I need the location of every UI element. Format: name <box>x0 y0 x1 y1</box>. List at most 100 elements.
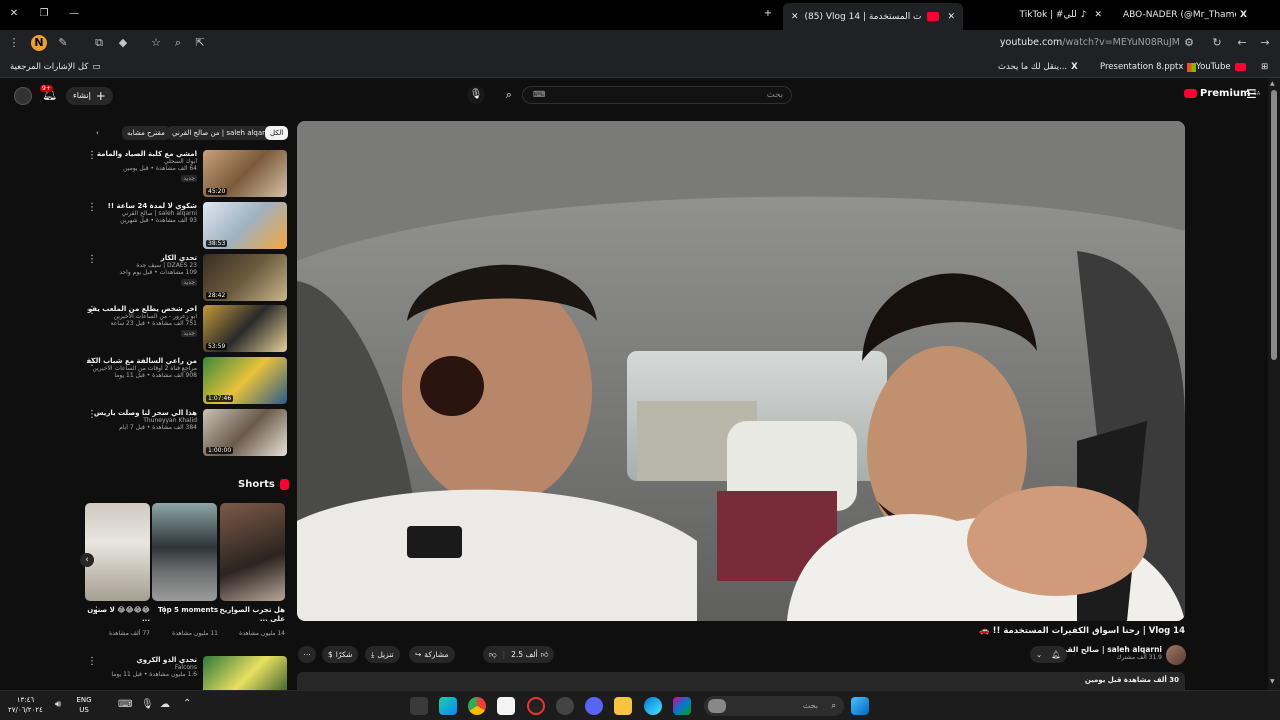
new-tab-icon[interactable]: + <box>760 6 776 22</box>
thanks-button[interactable]: $ شكرًا <box>322 646 359 663</box>
puzzle-icon[interactable]: ⧉ <box>91 35 107 51</box>
short-thumbnail[interactable] <box>152 503 217 601</box>
speaker-icon[interactable]: 🔊︎ <box>55 699 61 710</box>
more-options-icon[interactable]: ⋮ <box>87 657 97 667</box>
bookmark-star-icon[interactable]: ☆ <box>148 35 164 51</box>
channel-avatar[interactable] <box>1166 645 1186 665</box>
short-thumbnail[interactable] <box>85 503 150 601</box>
recommendation-item[interactable]: 38:53 شكوي لا لمدة 24 ساعة !! saleh alqarn… <box>85 202 287 252</box>
scrollbar-thumb[interactable] <box>1271 90 1277 360</box>
taskbar-search[interactable]: بحث ⌕ <box>704 696 844 716</box>
bookmark-all[interactable]: كل الإشارات المرجعية ▭ <box>10 60 100 74</box>
app-icon[interactable] <box>527 697 545 715</box>
tab-youtube[interactable]: ✕ (85) Vlog 14 | ات المستخدمة ✕ <box>783 3 963 30</box>
app-icon[interactable] <box>556 697 574 715</box>
region-label: US <box>79 706 89 714</box>
address-bar[interactable]: youtube.com/watch?v=MEYuN08RuJM <box>880 34 1180 52</box>
chip-related[interactable]: مقترح مشابه <box>122 126 170 140</box>
diamond-icon[interactable]: ◆ <box>115 35 131 51</box>
short-title[interactable]: Top 5 moments <box>148 606 218 615</box>
microphone-icon[interactable]: 🎙︎ <box>141 699 154 710</box>
reload-icon[interactable]: ↻ <box>1209 35 1225 51</box>
windows-start-icon[interactable] <box>851 697 869 715</box>
chips-prev-icon[interactable]: ‹ <box>91 126 104 140</box>
tab-x[interactable]: ABO-NADER (@Mr_Thamer10 X <box>1115 4 1255 26</box>
tab-close-icon[interactable]: ✕ <box>947 12 955 22</box>
site-settings-icon[interactable]: ⚙ <box>1181 35 1197 51</box>
recommendation-item[interactable]: 53:59 آخر شخص يطلع من الملعب يفوز 100,000… <box>85 305 287 355</box>
back-icon[interactable]: → <box>1257 35 1273 51</box>
short-more-icon[interactable]: ⋮ <box>160 606 169 616</box>
subscribed-button[interactable]: ⌄ 🔔︎ <box>1030 646 1067 663</box>
video-duration: 45:20 <box>206 188 228 195</box>
forward-icon[interactable]: ← <box>1234 35 1250 51</box>
recommendation-item[interactable]: تحدي الذو الكروي Falcons 1.6 مليون مشاهد… <box>85 656 287 690</box>
extension-icon[interactable]: ✎ <box>55 35 71 51</box>
dislike-icon[interactable]: 👎︎ <box>489 646 497 663</box>
more-options-icon[interactable]: ⋮ <box>87 203 97 213</box>
recommendation-item[interactable]: 28:42 تحدي الكار DZAES 23 | سيف جدة 109 مشا… <box>85 254 287 304</box>
bookmark-youtube[interactable]: YouTube <box>1196 60 1246 74</box>
more-options-icon[interactable]: ⋮ <box>87 358 97 368</box>
bookmark-presentation[interactable]: Presentation 8.pptx <box>1100 60 1197 74</box>
keyboard-icon[interactable]: ⌨ <box>533 87 545 103</box>
more-actions-button[interactable]: ⋯ <box>298 646 316 663</box>
more-options-icon[interactable]: ⋮ <box>87 306 97 316</box>
file-explorer-icon[interactable] <box>614 697 632 715</box>
chip-all[interactable]: الكل <box>265 126 289 140</box>
share-button[interactable]: ↪ مشاركة <box>409 646 455 663</box>
edge-app-icon[interactable] <box>644 697 662 715</box>
store-app-icon[interactable] <box>497 697 515 715</box>
keyboard-icon[interactable]: ⌨ <box>118 699 132 710</box>
page-scrollbar[interactable]: ▲ ▼ <box>1268 78 1280 690</box>
install-icon[interactable]: ⇱ <box>192 35 208 51</box>
chrome-app-icon[interactable] <box>468 697 486 715</box>
copilot-app-icon[interactable] <box>673 697 691 715</box>
hamburger-menu-icon[interactable]: ☰ <box>1246 87 1257 101</box>
shorts-prev-icon[interactable]: ‹ <box>80 553 94 567</box>
apps-grid-icon[interactable]: ⊞ <box>1261 60 1268 74</box>
voice-search-icon[interactable]: 🎙︎ <box>467 86 485 104</box>
download-button[interactable]: ⤓ تنزيل <box>365 646 400 663</box>
scroll-up-icon[interactable]: ▲ <box>1270 80 1275 87</box>
more-options-icon[interactable]: ⋮ <box>87 255 97 265</box>
short-more-icon[interactable]: ⋮ <box>228 606 237 616</box>
create-button[interactable]: إنشاء + <box>66 87 113 105</box>
scroll-down-icon[interactable]: ▼ <box>1270 678 1275 685</box>
recommendation-item[interactable]: 1:07:46 من راعي السالفة مع شباب الكفرينمر… <box>85 357 287 407</box>
tab-close-icon[interactable]: ✕ <box>791 12 799 22</box>
language-indicator[interactable]: ENG US <box>70 695 98 715</box>
show-hidden-icons-chevron-icon[interactable]: ⌃ <box>183 698 191 709</box>
zoom-icon[interactable]: ⌕ <box>170 35 186 51</box>
close-window-icon[interactable]: ✕ <box>6 6 22 22</box>
tab-tiktok[interactable]: TikTok | #للي ♪ ✕ <box>990 4 1110 26</box>
short-title[interactable]: هل تجرب الصواريخ على ... <box>215 606 285 624</box>
short-more-icon[interactable]: ⋮ <box>92 606 101 616</box>
minimize-window-icon[interactable]: — <box>66 6 82 22</box>
recommendation-item[interactable]: 1:00:00 هذا الي سحر لنا وصلت باريس Thuneyy… <box>85 409 287 459</box>
channel-name[interactable]: saleh alqarni | صالح القرني <box>1052 645 1162 654</box>
bookmark-x[interactable]: ينقل لك ما يحدث... X <box>998 60 1078 74</box>
edge-app-icon[interactable] <box>439 697 457 715</box>
network-icon[interactable]: ☁ <box>160 699 170 710</box>
like-icon[interactable]: 👍︎ <box>541 646 549 663</box>
new-badge: جديد <box>181 175 197 182</box>
video-player[interactable] <box>297 121 1185 621</box>
search-input[interactable]: بحث ⌨ <box>522 86 792 104</box>
short-thumbnail[interactable] <box>220 503 285 601</box>
description-box[interactable]: 30 ألف مشاهدة قبل يومين <box>297 672 1185 690</box>
menu-kebab-icon[interactable]: ⋮ <box>6 35 22 51</box>
discord-app-icon[interactable] <box>585 697 603 715</box>
settings-app-icon[interactable] <box>410 697 428 715</box>
recommendation-item[interactable]: 45:20 امشي مع كلبة الصياد والمامة أبوك الس… <box>85 150 287 200</box>
more-options-icon[interactable]: ⋮ <box>87 151 97 161</box>
search-icon[interactable]: ⌕ <box>500 86 518 104</box>
restore-window-icon[interactable]: ❐ <box>36 6 52 22</box>
profile-avatar[interactable]: N <box>31 35 47 51</box>
account-avatar[interactable] <box>14 87 32 105</box>
tab-close-icon[interactable]: ✕ <box>1094 10 1102 20</box>
clock[interactable]: ١٣:٤٦ ٢٧/٠٦/٢٠٢٤ <box>8 695 43 715</box>
more-options-icon[interactable]: ⋮ <box>87 410 97 420</box>
short-title[interactable]: 😂😂😂😂 لا صنون ... <box>80 606 150 624</box>
chip-from-channel[interactable]: من صالح القرني | saleh alqarni <box>167 126 277 140</box>
